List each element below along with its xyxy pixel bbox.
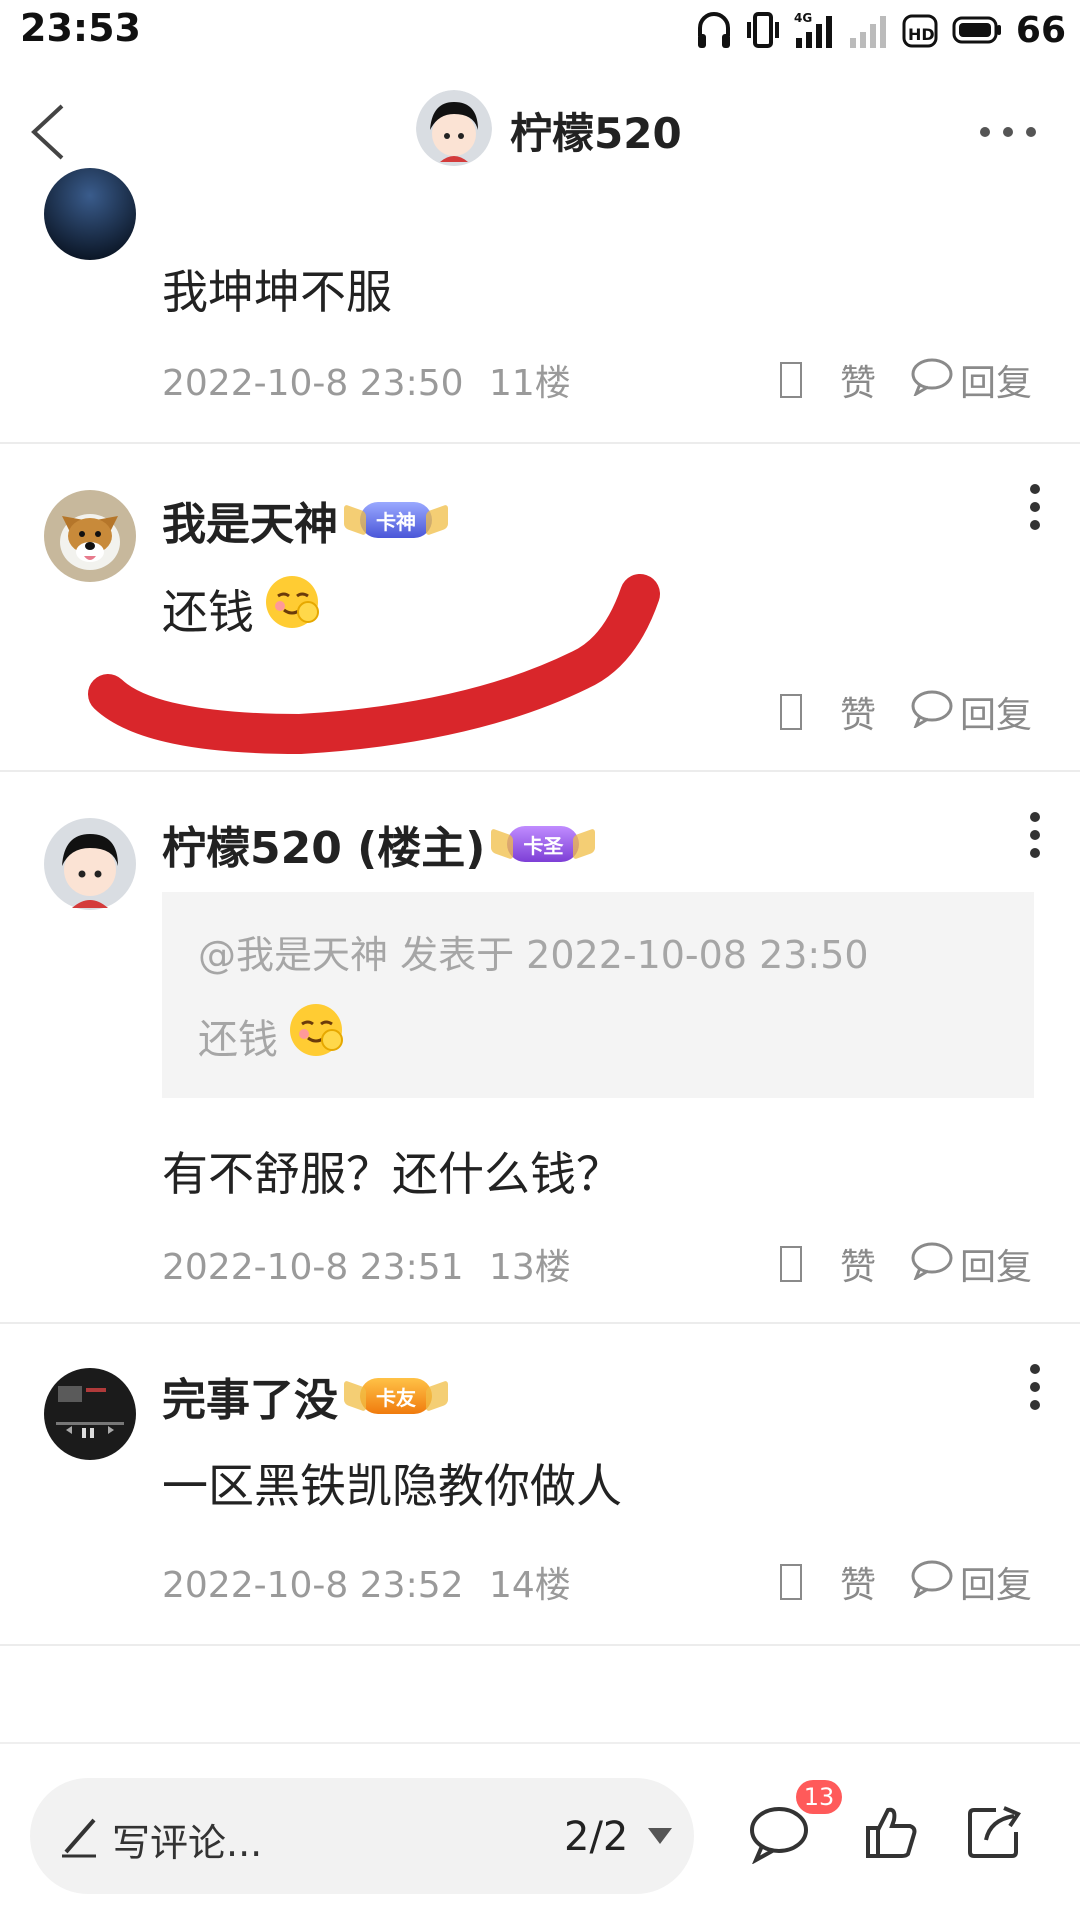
comment-timestamp: 2022-10-8 23:50 (162, 363, 464, 404)
user-avatar[interactable] (44, 168, 136, 260)
level-badge: 卡圣 (507, 826, 580, 862)
author-name: 柠檬520 (510, 108, 682, 158)
comment-actions: 赞 回复 (779, 1238, 1032, 1290)
like-button[interactable]: 赞 (840, 1556, 876, 1608)
comment-actions: 赞 回复 (779, 1556, 1032, 1608)
comment-floor-11: 我坤坤不服 2022-10-8 23:50 11楼 赞 回复 (0, 168, 1080, 444)
share-icon[interactable] (966, 1804, 1022, 1864)
comment-bubble-icon[interactable] (910, 1240, 954, 1289)
comments-icon[interactable] (748, 1804, 810, 1868)
vibrate-icon (746, 10, 780, 50)
author-avatar (416, 90, 492, 170)
battery-icon (952, 15, 1002, 45)
reply-button[interactable]: 回复 (960, 1556, 1032, 1608)
like-button[interactable]: 赞 (840, 686, 876, 738)
comment-bubble-icon[interactable] (910, 688, 954, 737)
bottom-bar: 写评论... 2/2 13 (0, 1742, 1080, 1922)
write-comment-input[interactable]: 写评论... 2/2 (30, 1778, 694, 1894)
dot (1026, 127, 1036, 137)
reply-button[interactable]: 回复 (960, 686, 1032, 738)
reply-button[interactable]: 回复 (960, 354, 1032, 406)
user-avatar[interactable] (44, 818, 136, 910)
smirk-emoji-icon (286, 1000, 348, 1072)
comment-floor-12: 我是天神 卡神 还钱 赞 回复 (0, 444, 1080, 772)
status-time: 23:53 (20, 6, 141, 50)
level-badge: 卡神 (360, 502, 432, 538)
comment-text: 有不舒服？还什么钱？ (162, 1147, 622, 1201)
level-badge: 卡友 (360, 1378, 432, 1414)
comment-timestamp: 2022-10-8 23:51 (162, 1247, 464, 1288)
like-button[interactable]: 赞 (840, 354, 876, 406)
pen-icon (60, 1812, 100, 1862)
username[interactable]: 柠檬520 (楼主) (162, 812, 485, 876)
comment-timestamp: 2022-10-8 23:52 (162, 1565, 464, 1606)
comment-floor-14: 完事了没 卡友 一区黑铁凯隐教你做人 2022-10-8 23:52 14楼 赞… (0, 1324, 1080, 1646)
quote-text: 还钱 (198, 1017, 278, 1063)
like-icon[interactable] (779, 1564, 802, 1600)
comment-floor: 13楼 (488, 1247, 571, 1288)
headphones-icon (696, 10, 732, 50)
comment-floor-13: 柠檬520 (楼主) 卡圣 @我是天神 发表于 2022-10-08 23:50… (0, 772, 1080, 1324)
username[interactable]: 完事了没 (162, 1364, 338, 1428)
like-icon[interactable] (779, 362, 802, 398)
comment-meta: 2022-10-8 23:52 14楼 (162, 1556, 571, 1608)
comment-text: 一区黑铁凯隐教你做人 (162, 1459, 622, 1513)
comment-menu-button[interactable] (1028, 484, 1042, 530)
author-info[interactable]: 柠檬520 (416, 90, 682, 170)
svg-text:HD: HD (908, 25, 935, 44)
header: 柠檬520 (0, 62, 1080, 202)
comment-text: 还钱 (162, 584, 254, 639)
like-icon[interactable] (779, 694, 802, 730)
page-indicator[interactable]: 2/2 (564, 1814, 628, 1860)
quote-text-row: 还钱 (198, 1000, 348, 1072)
comment-user: 柠檬520 (楼主) 卡圣 (162, 812, 580, 876)
dot (1003, 127, 1013, 137)
chevron-down-icon[interactable] (648, 1828, 672, 1844)
signal-4g-icon: 4G (794, 10, 834, 50)
svg-text:4G: 4G (794, 11, 812, 25)
status-bar: 23:53 4G HD 66 (0, 0, 1080, 62)
more-options-button[interactable] (980, 122, 1036, 142)
user-avatar[interactable] (44, 1368, 136, 1460)
comment-meta: 2022-10-8 23:51 13楼 (162, 1238, 571, 1290)
like-button[interactable]: 赞 (840, 1238, 876, 1290)
user-avatar[interactable] (44, 490, 136, 582)
comment-floor: 11楼 (488, 363, 571, 404)
comment-menu-button[interactable] (1028, 812, 1042, 858)
comment-user: 我是天神 卡神 (162, 488, 432, 552)
battery-level: 66 (1015, 9, 1066, 51)
comment-meta: 2022-10-8 23:50 11楼 (162, 354, 571, 406)
quoted-comment: @我是天神 发表于 2022-10-08 23:50 还钱 (162, 892, 1034, 1098)
back-button[interactable] (22, 100, 82, 164)
reply-button[interactable]: 回复 (960, 1238, 1032, 1290)
comment-text: 我坤坤不服 (162, 265, 392, 319)
quote-header: @我是天神 发表于 2022-10-08 23:50 (198, 933, 869, 977)
like-icon[interactable] (779, 1246, 802, 1282)
dot (980, 127, 990, 137)
comment-input-placeholder: 写评论... (112, 1821, 263, 1865)
chevron-left-icon (31, 104, 64, 160)
status-icons: 4G HD 66 (696, 8, 1066, 52)
comment-count-badge: 13 (796, 1780, 842, 1814)
comment-user: 完事了没 卡友 (162, 1364, 432, 1428)
signal-weak-icon (848, 10, 888, 50)
thumbs-up-icon[interactable] (866, 1804, 918, 1864)
comment-floor: 14楼 (488, 1565, 571, 1606)
comment-bubble-icon[interactable] (910, 1558, 954, 1607)
hd-icon: HD (902, 10, 938, 50)
comment-actions: 赞 回复 (779, 686, 1032, 738)
comment-bubble-icon[interactable] (910, 356, 954, 405)
username[interactable]: 我是天神 (162, 488, 338, 552)
comment-menu-button[interactable] (1028, 1364, 1042, 1410)
smirk-emoji-icon (262, 572, 324, 645)
comment-actions: 赞 回复 (779, 354, 1032, 406)
comment-text-row: 还钱 (162, 572, 324, 645)
